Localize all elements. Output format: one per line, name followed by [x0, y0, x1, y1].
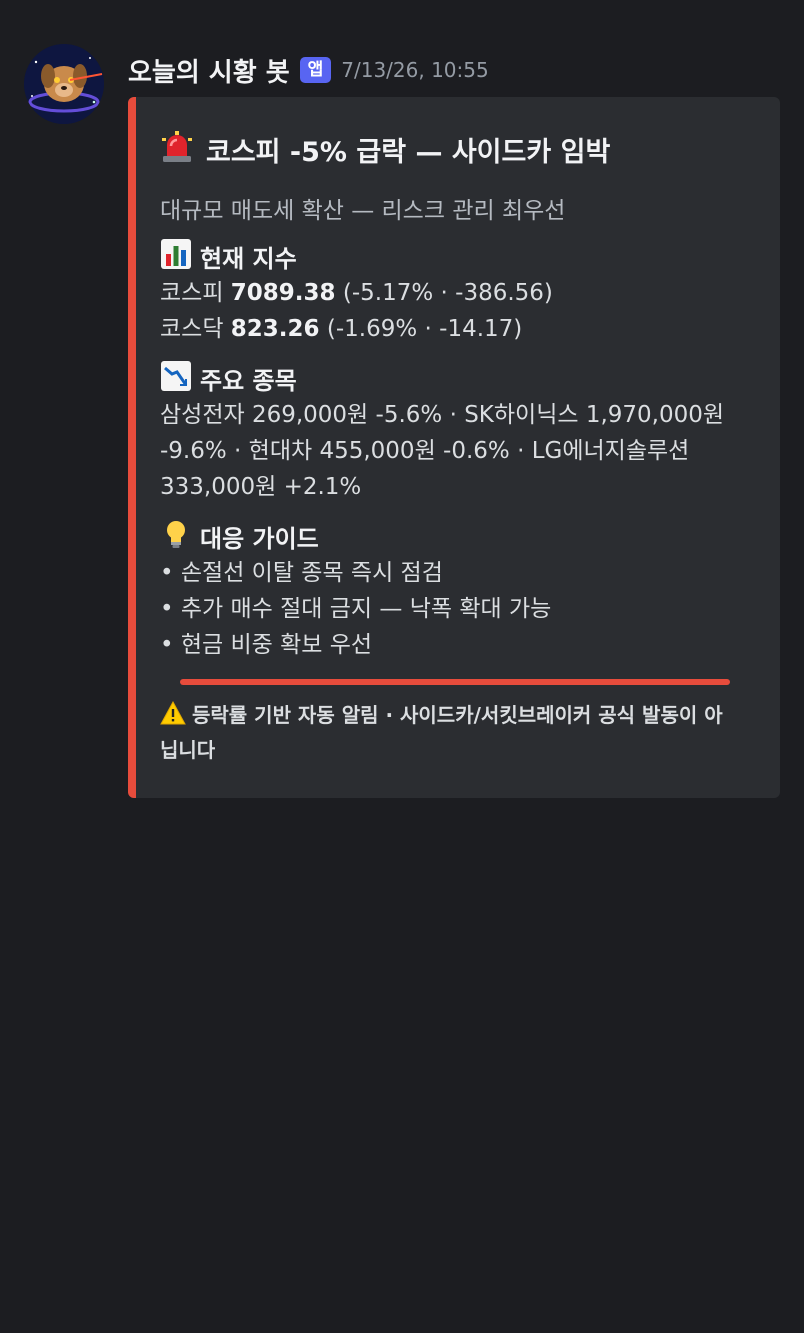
avatar[interactable]	[24, 44, 104, 124]
section-stocks-title: 주요 종목	[200, 366, 297, 395]
bar-chart-icon	[160, 238, 192, 274]
kosdaq-value: 823.26	[230, 316, 320, 342]
kosdaq-label: 코스닥	[160, 316, 224, 342]
timestamp[interactable]: 7/13/26, 10:55	[341, 58, 488, 82]
section-guide-title: 대응 가이드	[200, 524, 319, 553]
guide-item: • 추가 매수 절대 금지 — 낙폭 확대 가능	[160, 596, 552, 622]
guide-item: • 손절선 이탈 종목 즉시 점검	[160, 560, 443, 586]
section-stocks-head: 주요 종목	[160, 359, 740, 397]
lightbulb-icon	[160, 518, 192, 554]
embed-body: 코스피 -5% 급락 — 사이드카 임박 대규모 매도세 확산 — 리스크 관리…	[160, 127, 740, 663]
siren-icon	[160, 130, 194, 168]
footer-divider	[180, 679, 730, 685]
kospi-label: 코스피	[160, 280, 224, 306]
section-index-head: 현재 지수	[160, 237, 740, 275]
embed-title: 코스피 -5% 급락 — 사이드카 임박	[206, 136, 611, 168]
kospi-line: 코스피 7089.38 (-5.17% · -386.56)	[160, 275, 740, 311]
warning-icon	[160, 700, 186, 734]
message-header: 오늘의 시황 봇 앱 7/13/26, 10:55	[128, 50, 489, 90]
kosdaq-change: (-1.69% · -14.17)	[326, 316, 523, 342]
embed-accent-bar	[128, 97, 136, 798]
embed-title-row: 코스피 -5% 급락 — 사이드카 임박	[160, 127, 740, 171]
username[interactable]: 오늘의 시황 봇	[128, 52, 290, 89]
guide-item: • 현금 비중 확보 우선	[160, 632, 373, 658]
app-badge: 앱	[299, 57, 332, 83]
section-guide-head: 대응 가이드	[160, 517, 740, 555]
stocks-text: 삼성전자 269,000원 -5.6% · SK하이닉스 1,970,000원 …	[160, 402, 725, 500]
footer-text: 등락률 기반 자동 알림 · 사이드카/서킷브레이커 공식 발동이 아닙니다	[160, 703, 723, 762]
chart-decreasing-icon	[160, 360, 192, 396]
alert-embed: 코스피 -5% 급락 — 사이드카 임박 대규모 매도세 확산 — 리스크 관리…	[128, 97, 780, 798]
section-index-title: 현재 지수	[200, 244, 297, 273]
kospi-value: 7089.38	[230, 280, 336, 306]
kosdaq-line: 코스닥 823.26 (-1.69% · -14.17)	[160, 311, 740, 347]
embed-subtitle: 대규모 매도세 확산 — 리스크 관리 최우선	[160, 198, 566, 224]
dog-avatar-icon	[24, 44, 104, 124]
kospi-change: (-5.17% · -386.56)	[342, 280, 553, 306]
embed-footer: 등락률 기반 자동 알림 · 사이드카/서킷브레이커 공식 발동이 아닙니다	[160, 699, 740, 766]
